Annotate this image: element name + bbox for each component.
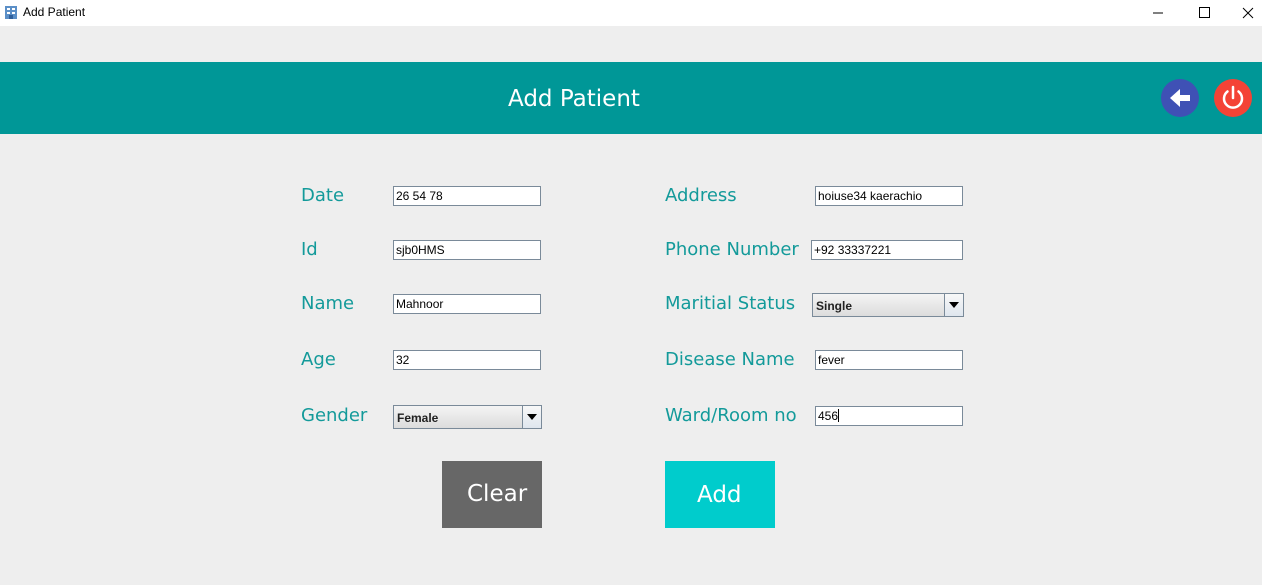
phone-label: Phone Number	[665, 239, 799, 260]
marital-status-selected-value: Single	[816, 299, 853, 313]
ward-label: Ward/Room no	[665, 405, 797, 426]
dropdown-arrow[interactable]	[944, 294, 963, 316]
gender-selected-value: Female	[397, 411, 439, 425]
back-button[interactable]	[1161, 79, 1199, 117]
marital-status-label: Maritial Status	[665, 293, 796, 314]
power-button[interactable]	[1214, 79, 1252, 117]
gender-select[interactable]: Female	[393, 405, 542, 429]
add-button[interactable]: Add	[665, 461, 775, 528]
text-cursor	[838, 409, 840, 422]
name-field[interactable]: Mahnoor	[393, 294, 541, 314]
close-button[interactable]	[1224, 0, 1262, 26]
header-banner: Add Patient	[0, 62, 1262, 134]
ward-value: 456	[818, 409, 839, 423]
arrow-left-icon	[1170, 89, 1190, 107]
chevron-down-icon	[527, 414, 537, 420]
phone-field[interactable]: +92 33337221	[811, 240, 963, 260]
maximize-button[interactable]	[1180, 0, 1226, 26]
id-field[interactable]: sjb0HMS	[393, 240, 541, 260]
address-field[interactable]: hoiuse34 kaerachio	[815, 186, 963, 206]
date-label: Date	[301, 185, 345, 206]
chevron-down-icon	[949, 302, 959, 308]
minimize-icon	[1153, 12, 1163, 14]
page-title: Add Patient	[508, 86, 640, 112]
maximize-icon	[1199, 7, 1210, 18]
disease-field[interactable]: fever	[815, 350, 963, 370]
window-title: Add Patient	[23, 5, 86, 19]
clear-button[interactable]: Clear	[442, 461, 542, 528]
name-label: Name	[301, 293, 355, 314]
id-label: Id	[301, 239, 318, 260]
age-field[interactable]: 32	[393, 350, 541, 370]
disease-label: Disease Name	[665, 349, 795, 370]
hospital-app-icon	[3, 4, 19, 20]
dropdown-arrow[interactable]	[522, 406, 541, 428]
age-label: Age	[301, 349, 336, 370]
clear-button-label: Clear	[467, 481, 528, 507]
add-button-label: Add	[697, 482, 742, 508]
marital-status-select[interactable]: Single	[812, 293, 964, 317]
window-titlebar: Add Patient	[0, 0, 1262, 26]
address-label: Address	[665, 185, 737, 206]
power-icon	[1222, 85, 1244, 109]
ward-field[interactable]: 456	[815, 406, 963, 426]
close-icon	[1242, 7, 1254, 19]
gender-label: Gender	[301, 405, 368, 426]
minimize-button[interactable]	[1134, 0, 1180, 26]
date-field[interactable]: 26 54 78	[393, 186, 541, 206]
